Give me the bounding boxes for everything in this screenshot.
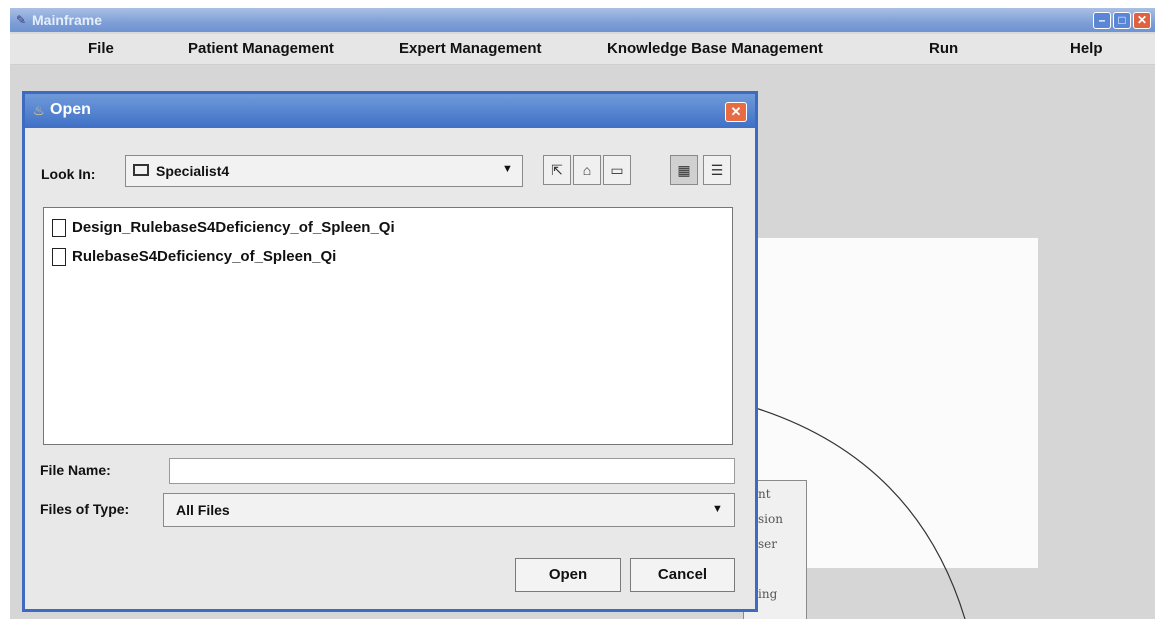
file-list[interactable]: Design_RulebaseS4Deficiency_of_Spleen_Qi… [43,207,733,445]
files-of-type-value: All Files [176,502,230,518]
close-button[interactable]: ✕ [1133,12,1151,29]
file-icon [52,248,66,266]
minimize-button[interactable]: – [1093,12,1111,29]
file-icon [52,219,66,237]
node-text-line: nt [758,487,771,501]
chevron-down-icon: ▼ [502,163,513,175]
open-button[interactable]: Open [515,558,621,592]
java-cup-icon: ♨ [33,103,45,118]
details-view-icon: ☰ [710,162,724,178]
cancel-button[interactable]: Cancel [630,558,735,592]
details-view-button[interactable]: ☰ [703,155,731,185]
menu-knowledge-base-management[interactable]: Knowledge Base Management [607,40,823,57]
file-name: Design_RulebaseS4Deficiency_of_Spleen_Qi [72,219,395,236]
main-titlebar[interactable]: ✎ Mainframe – □ ✕ [10,8,1155,32]
menu-bar: File Patient Management Expert Managemen… [10,34,1155,65]
node-text-line: sion [758,512,783,526]
list-view-button[interactable]: ▦ [670,155,698,185]
app-icon: ✎ [16,13,27,27]
home-button[interactable]: ⌂ [573,155,601,185]
maximize-icon: □ [1118,13,1126,27]
menu-run[interactable]: Run [929,40,958,57]
minimize-icon: – [1098,13,1106,27]
maximize-button[interactable]: □ [1113,12,1131,29]
folder-icon [133,164,149,176]
home-icon: ⌂ [582,162,592,178]
node-text-line: ing [758,587,778,601]
dialog-close-button[interactable]: ✕ [725,102,747,122]
files-of-type-label: Files of Type: [40,501,130,517]
close-icon: ✕ [1136,13,1148,27]
look-in-label: Look In: [41,166,96,182]
menu-expert-management[interactable]: Expert Management [399,40,542,57]
open-file-dialog: ♨ Open ✕ Look In: Specialist4 ▼ ⇱ ⌂ ▭ ▦ … [22,91,758,612]
dialog-title: Open [50,101,91,118]
menu-file[interactable]: File [88,40,114,57]
new-folder-icon: ▭ [610,162,624,178]
up-one-level-icon: ⇱ [551,162,563,178]
node-text-line: ser [758,537,777,551]
files-of-type-dropdown[interactable]: All Files ▼ [163,493,735,527]
new-folder-button[interactable]: ▭ [603,155,631,185]
close-icon: ✕ [730,104,742,119]
chevron-down-icon: ▼ [712,503,723,515]
file-name-field[interactable] [169,458,735,484]
list-view-icon: ▦ [677,162,691,178]
file-name: RulebaseS4Deficiency_of_Spleen_Qi [72,248,337,265]
menu-help[interactable]: Help [1070,40,1103,57]
look-in-value: Specialist4 [156,163,230,179]
up-one-level-button[interactable]: ⇱ [543,155,571,185]
menu-patient-management[interactable]: Patient Management [188,40,334,57]
look-in-dropdown[interactable]: Specialist4 ▼ [125,155,523,187]
main-window-title: Mainframe [32,12,103,28]
dialog-titlebar[interactable]: ♨ Open ✕ [25,94,755,128]
file-name-label: File Name: [40,462,111,478]
